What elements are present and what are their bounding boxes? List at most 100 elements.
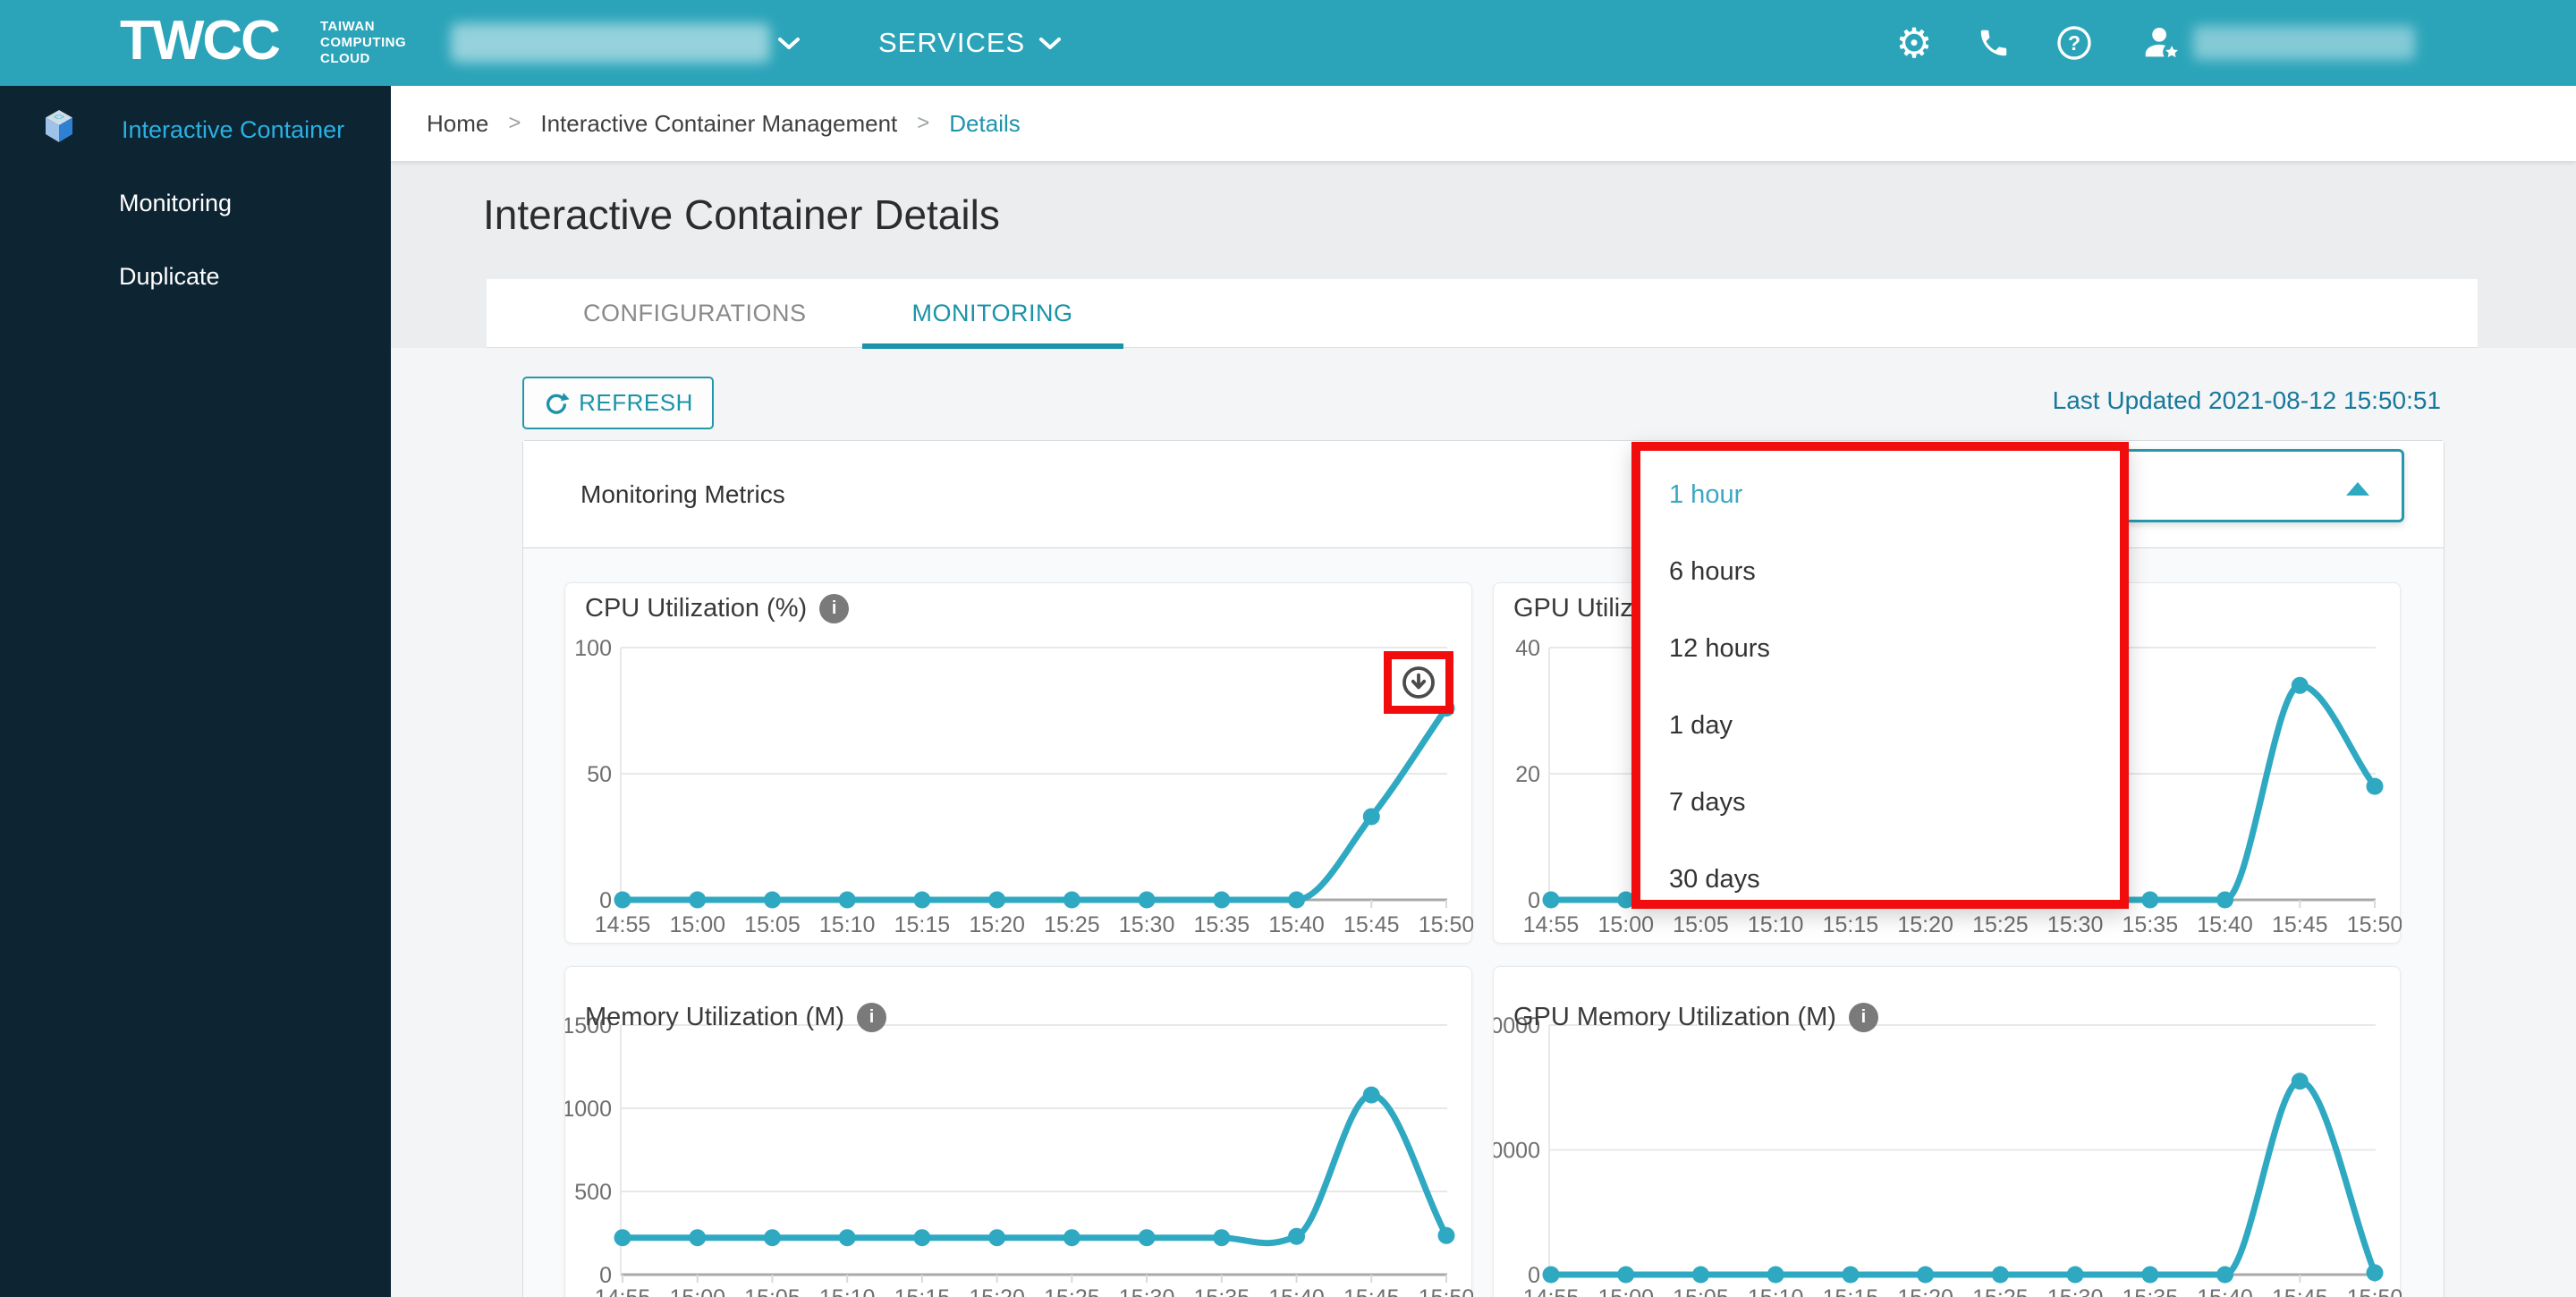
sidebar-item-label: Interactive Container <box>122 115 345 143</box>
services-menu[interactable]: SERVICES <box>878 27 1025 59</box>
svg-text:500: 500 <box>574 1180 612 1205</box>
svg-text:<>: <> <box>54 113 64 123</box>
breadcrumb: Home > Interactive Container Management … <box>391 86 2576 161</box>
svg-text:15:30: 15:30 <box>1119 1285 1175 1297</box>
settings-gear-icon[interactable]: ⚙ <box>1893 20 1936 66</box>
monitoring-metrics-panel: Monitoring Metrics 0 50 100 14:55 15:00 15:05… <box>522 440 2445 1297</box>
info-icon[interactable]: i <box>1848 1003 1878 1032</box>
svg-text:15:00: 15:00 <box>669 912 725 937</box>
svg-text:15:05: 15:05 <box>744 912 801 937</box>
twcc-app: TWCC TAIWAN COMPUTING CLOUD SERVICES ⚙ ? <box>0 0 2576 1297</box>
twcc-logo-subtitle: TAIWAN COMPUTING CLOUD <box>320 19 407 66</box>
svg-text:15:15: 15:15 <box>1823 1285 1879 1297</box>
svg-text:15:15: 15:15 <box>894 1285 951 1297</box>
menu-item-7-days[interactable]: 7 days <box>1640 764 2120 841</box>
svg-text:15:30: 15:30 <box>1119 912 1175 937</box>
sidebar-nav: <> Interactive Container Monitoring Dupl… <box>0 86 391 1297</box>
refresh-button[interactable]: REFRESH <box>522 377 714 429</box>
svg-text:40: 40 <box>1515 636 1540 661</box>
svg-text:15:35: 15:35 <box>2123 912 2179 937</box>
svg-text:15:20: 15:20 <box>969 912 1025 937</box>
svg-text:15:00: 15:00 <box>669 1285 725 1297</box>
info-icon[interactable]: i <box>819 594 850 623</box>
project-selector-blurred[interactable] <box>451 23 770 63</box>
metrics-panel-title: Monitoring Metrics <box>580 479 785 508</box>
svg-text:50: 50 <box>587 762 612 787</box>
svg-text:15:35: 15:35 <box>2123 1285 2179 1297</box>
chart-title: GPU Memory Utilization (M) <box>1513 1003 1836 1031</box>
breadcrumb-home[interactable]: Home <box>427 110 488 138</box>
chevron-down-icon[interactable] <box>776 36 801 52</box>
menu-item-6-hours[interactable]: 6 hours <box>1640 533 2120 610</box>
svg-text:15:35: 15:35 <box>1194 1285 1250 1297</box>
time-range-dropdown-menu: 1 hour 6 hours 12 hours 1 day 7 days 30 … <box>1631 442 2129 909</box>
breadcrumb-container-management[interactable]: Interactive Container Management <box>540 110 897 138</box>
chart-title: CPU Utilization (%) <box>585 594 808 623</box>
user-account-icon[interactable] <box>2140 21 2182 64</box>
menu-item-30-days[interactable]: 30 days <box>1640 841 2120 918</box>
svg-text:14:55: 14:55 <box>595 1285 651 1297</box>
menu-item-12-hours[interactable]: 12 hours <box>1640 610 2120 687</box>
tabs-bar: CONFIGURATIONS MONITORING <box>487 279 2478 349</box>
sidebar-item-duplicate[interactable]: Duplicate <box>0 240 391 313</box>
sidebar-item-monitoring[interactable]: Monitoring <box>0 166 391 240</box>
svg-text:20: 20 <box>1515 762 1540 787</box>
svg-text:14:55: 14:55 <box>595 912 651 937</box>
download-highlight-red-box <box>1384 651 1453 714</box>
svg-text:14:55: 14:55 <box>1523 1285 1580 1297</box>
tab-configurations[interactable]: CONFIGURATIONS <box>583 279 807 348</box>
svg-text:0: 0 <box>599 1263 612 1288</box>
svg-text:15:00: 15:00 <box>1597 1285 1654 1297</box>
svg-text:100: 100 <box>574 636 612 661</box>
menu-item-1-hour[interactable]: 1 hour <box>1640 456 2120 533</box>
username-blurred[interactable] <box>2193 26 2415 60</box>
svg-text:1000: 1000 <box>565 1097 612 1122</box>
help-icon[interactable]: ? <box>2053 21 2096 64</box>
svg-text:0: 0 <box>1528 888 1540 913</box>
svg-text:15:50: 15:50 <box>1419 1285 1473 1297</box>
twcc-logo[interactable]: TWCC <box>120 9 281 72</box>
info-icon[interactable]: i <box>857 1003 887 1032</box>
tab-monitoring[interactable]: MONITORING <box>861 279 1123 349</box>
svg-text:15:40: 15:40 <box>1268 912 1325 937</box>
refresh-label: REFRESH <box>579 389 693 416</box>
chevron-down-icon[interactable] <box>1038 36 1063 52</box>
svg-text:15:45: 15:45 <box>1343 912 1400 937</box>
svg-text:15:35: 15:35 <box>1194 912 1250 937</box>
last-updated-text: Last Updated 2021-08-12 15:50:51 <box>2052 386 2441 414</box>
refresh-icon <box>547 392 570 414</box>
sidebar-item-interactive-container[interactable]: <> Interactive Container <box>0 93 391 166</box>
cpu-utilization-chart-card: 0 50 100 14:55 15:00 15:05 15:10 15:15 15:20 15:2… <box>564 582 1473 944</box>
svg-text:0: 0 <box>599 888 612 913</box>
svg-text:15:40: 15:40 <box>2197 912 2253 937</box>
svg-text:15:45: 15:45 <box>2272 912 2328 937</box>
svg-text:15:25: 15:25 <box>1044 912 1100 937</box>
phone-contact-icon[interactable] <box>1972 21 2015 64</box>
page-title: Interactive Container Details <box>483 191 1000 238</box>
svg-text:0: 0 <box>1528 1263 1540 1288</box>
svg-text:15:20: 15:20 <box>1897 1285 1953 1297</box>
breadcrumb-separator: > <box>508 111 521 135</box>
svg-text:15:40: 15:40 <box>1268 1285 1325 1297</box>
menu-item-1-day[interactable]: 1 day <box>1640 687 2120 764</box>
svg-text:15:25: 15:25 <box>1972 1285 2029 1297</box>
svg-text:15:30: 15:30 <box>2047 1285 2104 1297</box>
download-chart-icon[interactable] <box>1402 665 1436 699</box>
chevron-up-icon <box>2346 482 2369 496</box>
svg-text:15:50: 15:50 <box>2347 1285 2402 1297</box>
svg-text:15:10: 15:10 <box>819 1285 876 1297</box>
svg-text:15:45: 15:45 <box>2272 1285 2328 1297</box>
cpu-utilization-plot: 0 50 100 14:55 15:00 15:05 15:10 15:15 15:20 15:2… <box>574 636 1473 937</box>
svg-text:15:15: 15:15 <box>894 912 951 937</box>
svg-text:15:10: 15:10 <box>819 912 876 937</box>
svg-text:15:25: 15:25 <box>1044 1285 1100 1297</box>
svg-text:15:05: 15:05 <box>744 1285 801 1297</box>
breadcrumb-separator: > <box>917 111 930 135</box>
svg-text:14:55: 14:55 <box>1523 912 1580 937</box>
breadcrumb-details[interactable]: Details <box>949 110 1020 138</box>
chart-title: Memory Utilization (M) <box>585 1003 845 1031</box>
gpu-memory-utilization-chart-card: 0200004000014:5515:0015:0515:1015:1515:2… <box>1493 966 2402 1297</box>
svg-text:?: ? <box>2068 31 2080 55</box>
svg-text:15:05: 15:05 <box>1673 1285 1729 1297</box>
svg-text:20000: 20000 <box>1494 1139 1540 1164</box>
